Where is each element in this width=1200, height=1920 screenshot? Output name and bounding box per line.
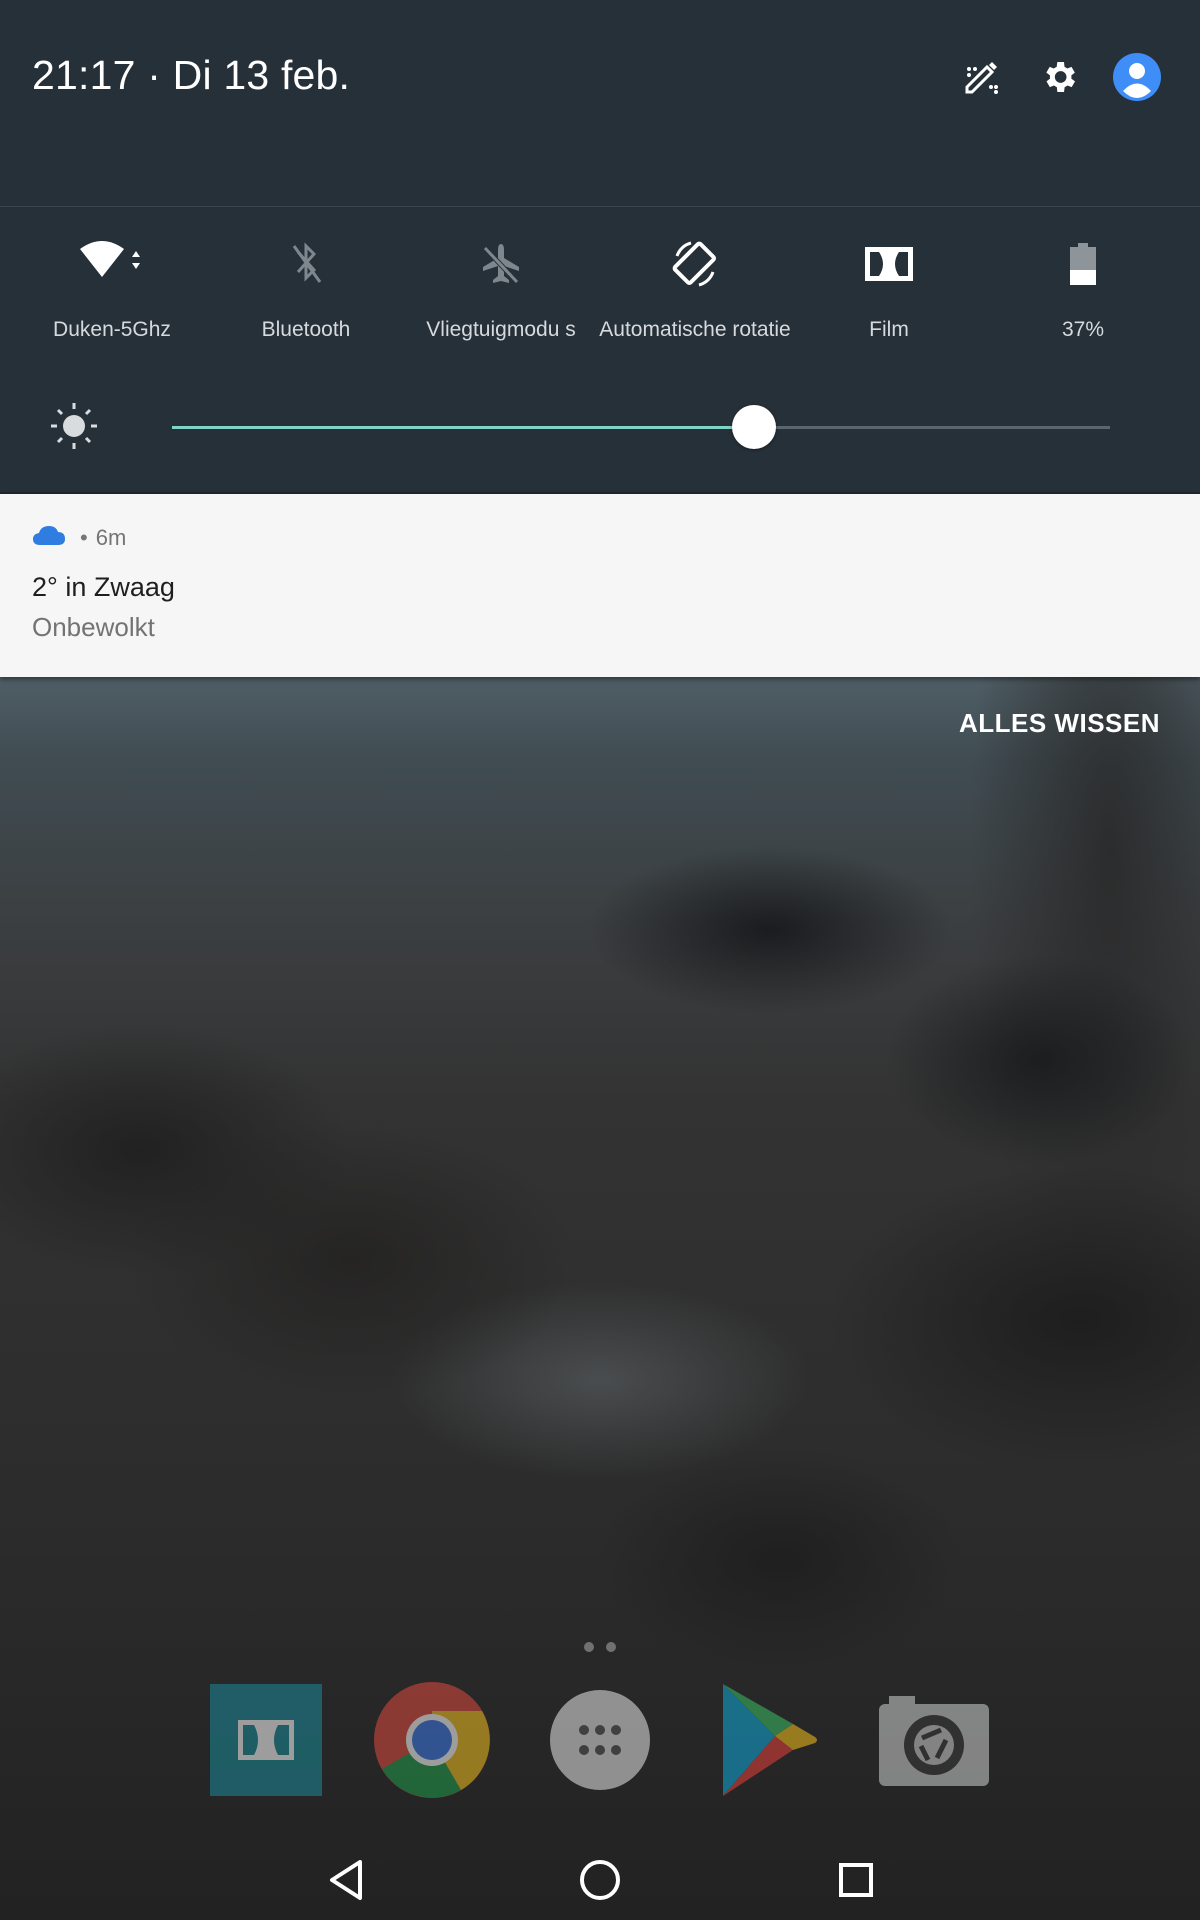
notification-separator: •	[80, 524, 88, 550]
brightness-icon	[48, 400, 100, 457]
settings-gear-icon[interactable]	[1032, 50, 1086, 104]
navigation-bar	[0, 1830, 1200, 1920]
tile-wifi[interactable]: Duken-5Ghz	[15, 232, 209, 344]
app-drawer-icon[interactable]	[540, 1680, 660, 1800]
header-actions	[930, 50, 1164, 104]
dolby-icon	[792, 232, 986, 296]
user-avatar-icon[interactable]	[1110, 50, 1164, 104]
brightness-slider[interactable]	[172, 405, 1110, 449]
notification-text: Onbewolkt	[32, 612, 155, 642]
camera-app-icon[interactable]	[874, 1680, 994, 1800]
play-store-app-icon[interactable]	[706, 1680, 826, 1800]
page-indicator	[578, 1642, 622, 1652]
bluetooth-off-icon	[209, 232, 403, 296]
brightness-control	[0, 398, 1200, 458]
shade-divider	[0, 206, 1200, 207]
notification-shade: 21:17 · Di 13 feb. Duken-5Ghz Bluetooth …	[0, 0, 1200, 492]
tile-battery[interactable]: 37%	[986, 232, 1180, 344]
notification-time: 6m	[95, 524, 127, 550]
chrome-app-icon[interactable]	[372, 1680, 492, 1800]
weather-notification[interactable]: • 6m 2° in Zwaag Onbewolkt	[0, 492, 1200, 677]
dolby-app-icon[interactable]	[206, 1680, 326, 1800]
page-dot	[606, 1642, 616, 1652]
clear-all-button[interactable]: ALLES WISSEN	[959, 708, 1160, 739]
tile-bluetooth[interactable]: Bluetooth	[209, 232, 403, 344]
app-dock	[0, 1680, 1200, 1800]
tile-airplane-mode[interactable]: Vliegtuigmodu s	[404, 232, 598, 344]
notification-header: • 6m	[32, 524, 126, 551]
wifi-icon	[15, 232, 209, 296]
tile-airplane-label: Vliegtuigmodu s	[426, 318, 576, 341]
home-button[interactable]	[570, 1850, 630, 1910]
back-button[interactable]	[316, 1850, 376, 1910]
date-time: 21:17 · Di 13 feb.	[32, 52, 351, 98]
battery-icon	[986, 232, 1180, 296]
auto-rotate-icon	[598, 232, 792, 296]
airplane-mode-off-icon	[404, 232, 598, 296]
tile-bluetooth-label: Bluetooth	[261, 318, 351, 341]
tile-auto-rotate[interactable]: Automatische rotatie	[598, 232, 792, 344]
tile-wifi-label: Duken-5Ghz	[53, 318, 171, 341]
brightness-slider-thumb[interactable]	[732, 405, 776, 449]
page-dot	[584, 1642, 594, 1652]
brightness-slider-fill	[172, 426, 754, 429]
tile-auto-rotate-label: Automatische rotatie	[599, 318, 791, 341]
cloud-icon	[32, 524, 66, 551]
recents-button[interactable]	[826, 1850, 886, 1910]
edit-quick-settings-icon[interactable]	[954, 50, 1008, 104]
quick-settings-tiles: Duken-5Ghz Bluetooth Vliegtuigmodu s Aut…	[0, 232, 1200, 382]
tile-film-label: Film	[869, 318, 909, 341]
tile-battery-label: 37%	[1061, 318, 1105, 341]
notification-title: 2° in Zwaag	[32, 572, 175, 602]
tile-dolby-film[interactable]: Film	[792, 232, 986, 344]
